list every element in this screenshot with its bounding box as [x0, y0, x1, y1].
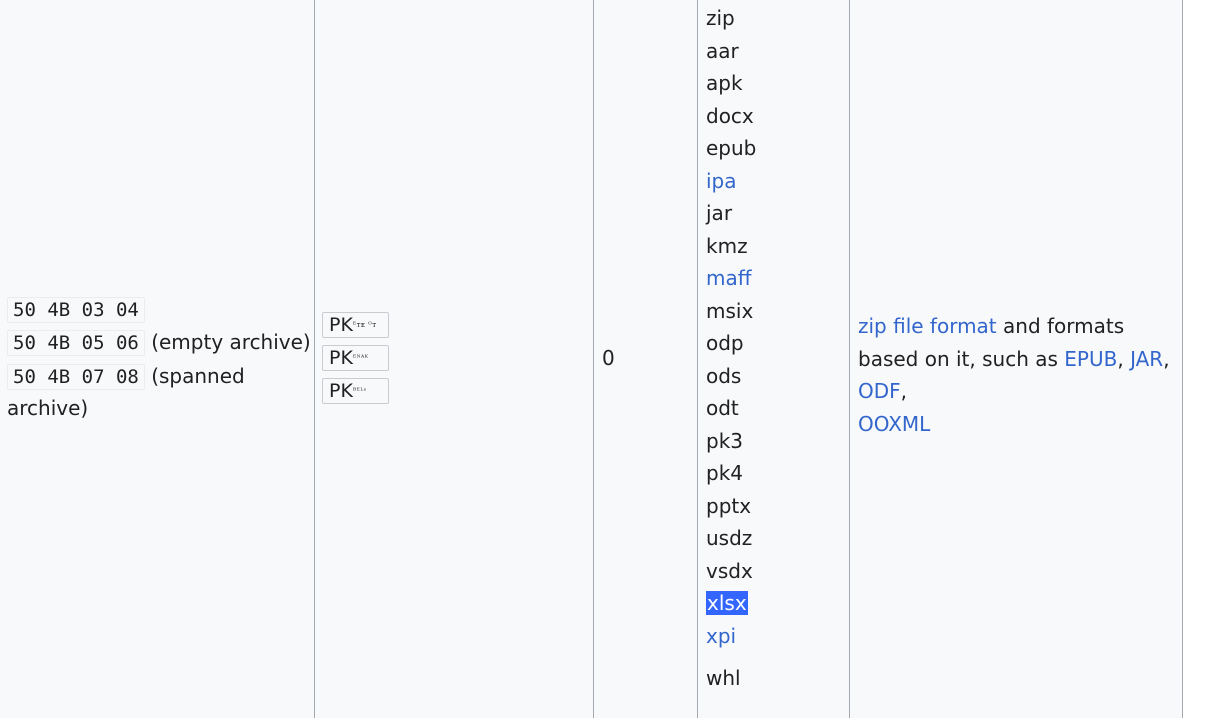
extension-item: apk — [706, 71, 743, 95]
selected-text[interactable]: xlsx — [706, 591, 748, 615]
link-zip-file-format[interactable]: zip file format — [858, 314, 997, 338]
hex-code: 50 4B 07 08 — [7, 364, 145, 390]
iso-representation: PKᴱᴛᴇ ᴼᴛ — [322, 312, 389, 338]
extension-item: vsdx — [706, 559, 753, 583]
extension-item: epub — [706, 136, 757, 160]
iso-control-glyphs: ᴱᴺᴬᴷ — [352, 354, 369, 362]
extension-item: zip — [706, 6, 735, 30]
link-ooxml[interactable]: OOXML — [858, 412, 930, 436]
extension-item: whl — [706, 666, 741, 690]
format-description: zip file format and formats based on it,… — [858, 310, 1176, 440]
signature-cell — [0, 0, 315, 718]
iso-prefix: PK — [329, 380, 353, 402]
extension-link-xpi[interactable]: xpi — [706, 620, 736, 652]
hex-signature-row: 50 4B 03 04 — [7, 293, 145, 325]
hex-code: 50 4B 03 04 — [7, 297, 145, 323]
link-epub[interactable]: EPUB — [1064, 347, 1117, 371]
separator: , — [900, 379, 908, 403]
hex-signature-row: 50 4B 05 06 (empty archive) — [7, 326, 311, 358]
extension-item: kmz — [706, 234, 748, 258]
extension-item: usdz — [706, 526, 753, 550]
iso-control-glyphs: ᴮᴱᴸˢ — [352, 387, 367, 395]
extension-link-maff[interactable]: maff — [706, 262, 752, 294]
hex-signature-row: 50 4B 07 08 (spanned — [7, 360, 245, 392]
extension-item: ods — [706, 364, 742, 388]
extension-item: msix — [706, 299, 754, 323]
extension-item: odt — [706, 396, 739, 420]
hex-code: 50 4B 05 06 — [7, 330, 145, 356]
hex-note-continued: archive) — [7, 396, 89, 420]
iso-representation: PKᴮᴱᴸˢ — [322, 378, 389, 404]
extension-item: aar — [706, 39, 739, 63]
extension-item: jar — [706, 201, 733, 225]
extension-item: docx — [706, 104, 754, 128]
extension-item: pptx — [706, 494, 752, 518]
hex-note: (empty archive) — [151, 330, 311, 354]
iso-prefix: PK — [329, 347, 353, 369]
extension-item: pk3 — [706, 429, 744, 453]
extension-item: odp — [706, 331, 744, 355]
iso-prefix: PK — [329, 314, 353, 336]
extension-item-selected[interactable]: xlsx — [706, 587, 748, 619]
link-odf[interactable]: ODF — [858, 379, 901, 403]
iso-representation: PKᴱᴺᴬᴷ — [322, 345, 389, 371]
separator: , — [1117, 346, 1131, 371]
separator: , — [1163, 346, 1170, 371]
hex-note: (spanned — [151, 364, 245, 388]
offset-value: 0 — [602, 346, 615, 370]
iso-control-glyphs: ᴱᴛᴇ ᴼᴛ — [352, 321, 377, 329]
extension-link-ipa[interactable]: ipa — [706, 165, 737, 197]
link-jar[interactable]: JAR — [1130, 347, 1163, 371]
extension-item: pk4 — [706, 461, 744, 485]
